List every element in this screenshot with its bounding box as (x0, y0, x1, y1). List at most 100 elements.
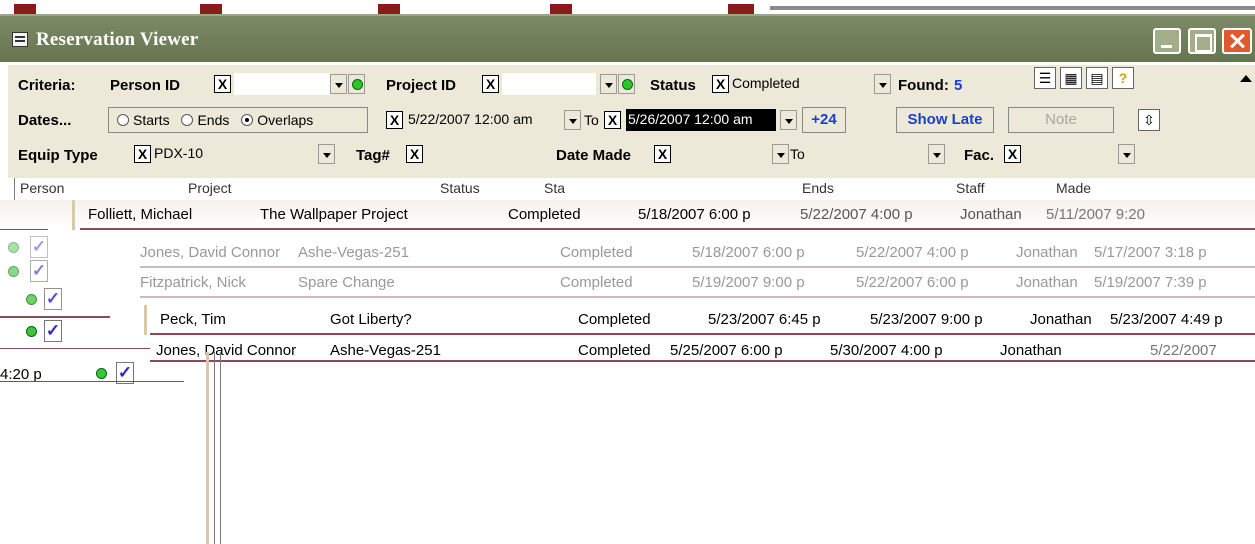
table-row[interactable]: Jones, David Connor Ashe-Vegas-251 Compl… (150, 340, 1255, 362)
clear-tag-button[interactable]: X (406, 145, 423, 163)
cell-person: Fitzpatrick, Nick (140, 274, 246, 291)
check-icon[interactable]: ✓ (30, 260, 48, 282)
column-divider (144, 305, 147, 335)
project-id-go-icon[interactable] (618, 74, 635, 94)
cell-ends: 5/22/2007 4:00 p (856, 244, 969, 261)
column-header-project[interactable]: Project (188, 180, 232, 196)
date-made-label: Date Made (556, 147, 632, 164)
radio-ends-label: Ends (197, 112, 230, 128)
column-header-status[interactable]: Status (440, 180, 480, 196)
person-id-field[interactable] (234, 73, 330, 95)
scroll-up-arrow[interactable] (1236, 65, 1255, 95)
cell-staff: Jonathan (1016, 244, 1078, 261)
row-status-cell: ✓ (0, 286, 90, 316)
person-id-dropdown-arrow[interactable] (330, 74, 347, 94)
print-preview-icon[interactable]: ▤ (1086, 67, 1108, 89)
title-bar[interactable]: Reservation Viewer (0, 14, 1255, 62)
cell-staff: Jonathan (960, 206, 1022, 223)
date-made-dropdown-arrow[interactable] (772, 144, 789, 164)
fac-dropdown-arrow[interactable] (1118, 144, 1135, 164)
note-button[interactable]: Note (1008, 107, 1114, 133)
to-date-field[interactable]: 5/26/2007 12:00 am (626, 109, 776, 131)
radio-overlaps[interactable]: Overlaps (241, 112, 313, 128)
maximize-button[interactable] (1188, 28, 1216, 54)
criteria-row: Criteria: Person ID X Project ID X Statu… (8, 65, 1255, 95)
list-icon[interactable]: ☰ (1034, 67, 1056, 89)
to-date-dropdown-arrow[interactable] (780, 110, 797, 130)
project-id-dropdown-arrow[interactable] (600, 74, 617, 94)
minimize-button[interactable] (1153, 28, 1181, 54)
row-divider (0, 348, 150, 349)
row-divider (150, 333, 1255, 335)
table-row[interactable]: Folliett, Michael The Wallpaper Project … (80, 200, 1255, 230)
dates-row: Dates... Starts Ends Overlaps X 5/22/200… (8, 103, 1255, 133)
table-row[interactable]: Peck, Tim Got Liberty? Completed 5/23/20… (150, 305, 1255, 335)
calendar-icon[interactable]: ▦ (1060, 67, 1082, 89)
equip-row: Equip Type X PDX-10 Tag# X Date Made X T… (8, 137, 1255, 165)
cell-status: Completed (578, 311, 651, 328)
cell-starts: 5/19/2007 9:00 p (692, 274, 805, 291)
column-header-person[interactable]: Person (20, 180, 64, 196)
row-divider (0, 381, 184, 382)
check-icon[interactable]: ✓ (44, 320, 62, 342)
clear-to-date-button[interactable]: X (604, 111, 621, 129)
cell-made: 5/23/2007 4:49 p (1110, 311, 1223, 328)
radio-ends[interactable]: Ends (181, 112, 229, 128)
radio-starts[interactable]: Starts (117, 112, 170, 128)
status-field[interactable]: Completed (730, 73, 872, 95)
cell-starts: 5/23/2007 6:45 p (708, 311, 821, 328)
grid-header: Person Project Status Sta Ends Staff Mad… (14, 178, 1255, 200)
column-divider (206, 352, 209, 544)
column-header-made[interactable]: Made (1056, 180, 1091, 196)
dates-label: Dates... (18, 112, 72, 129)
radio-ends-dot[interactable] (181, 114, 194, 126)
radio-overlaps-dot[interactable] (241, 114, 254, 126)
background-strip (0, 0, 1255, 14)
equip-type-field[interactable]: PDX-10 (152, 143, 314, 165)
plus-24-button[interactable]: +24 (802, 107, 846, 133)
person-id-go-icon[interactable] (348, 74, 365, 94)
column-header-starts[interactable]: Sta (544, 180, 565, 196)
close-button[interactable] (1222, 28, 1252, 54)
cell-project: Got Liberty? (330, 311, 412, 328)
taskbar-chip (550, 4, 572, 14)
app-icon[interactable] (12, 32, 28, 47)
fac-field[interactable] (1024, 143, 1116, 165)
cell-ends: 5/30/2007 4:00 p (830, 342, 943, 359)
cell-person: Folliett, Michael (88, 206, 193, 223)
clear-equip-type-button[interactable]: X (134, 145, 151, 163)
status-dot-icon (26, 294, 37, 305)
help-icon[interactable]: ? (1112, 67, 1134, 89)
cell-made: 5/11/2007 9:20 (1046, 206, 1145, 223)
clear-status-button[interactable]: X (712, 75, 729, 93)
date-made-to-dropdown-arrow[interactable] (928, 144, 945, 164)
column-header-staff[interactable]: Staff (956, 180, 985, 196)
fac-label: Fac. (964, 147, 995, 164)
date-made-field[interactable] (674, 143, 770, 165)
cell-staff: Jonathan (1030, 311, 1092, 328)
check-icon[interactable]: ✓ (44, 288, 62, 310)
project-id-field[interactable] (502, 73, 596, 95)
table-row[interactable]: Jones, David Connor Ashe-Vegas-251 Compl… (140, 238, 1255, 268)
row-divider (140, 296, 1255, 298)
clear-person-id-button[interactable]: X (214, 75, 231, 93)
show-late-button[interactable]: Show Late (896, 107, 994, 133)
equip-type-dropdown-arrow[interactable] (318, 144, 335, 164)
status-dropdown-arrow[interactable] (874, 74, 891, 94)
row-status-cell: 4:20 p ✓ (0, 360, 190, 390)
column-header-ends[interactable]: Ends (802, 180, 834, 196)
from-date-field[interactable]: 5/22/2007 12:00 am (406, 109, 562, 131)
check-icon[interactable]: ✓ (30, 236, 48, 258)
from-date-dropdown-arrow[interactable] (564, 110, 581, 130)
status-dot-icon (96, 368, 107, 379)
tag-field[interactable] (426, 143, 526, 165)
clear-project-id-button[interactable]: X (482, 75, 499, 93)
radio-starts-dot[interactable] (117, 114, 129, 126)
clear-date-made-button[interactable]: X (654, 145, 671, 163)
clear-fac-button[interactable]: X (1004, 145, 1021, 163)
sort-toggle-icon[interactable]: ⇳ (1138, 109, 1160, 131)
cell-staff: Jonathan (1000, 342, 1062, 359)
table-row[interactable]: Fitzpatrick, Nick Spare Change Completed… (140, 268, 1255, 298)
clear-from-date-button[interactable]: X (386, 111, 403, 129)
date-made-to-field[interactable] (810, 143, 926, 165)
